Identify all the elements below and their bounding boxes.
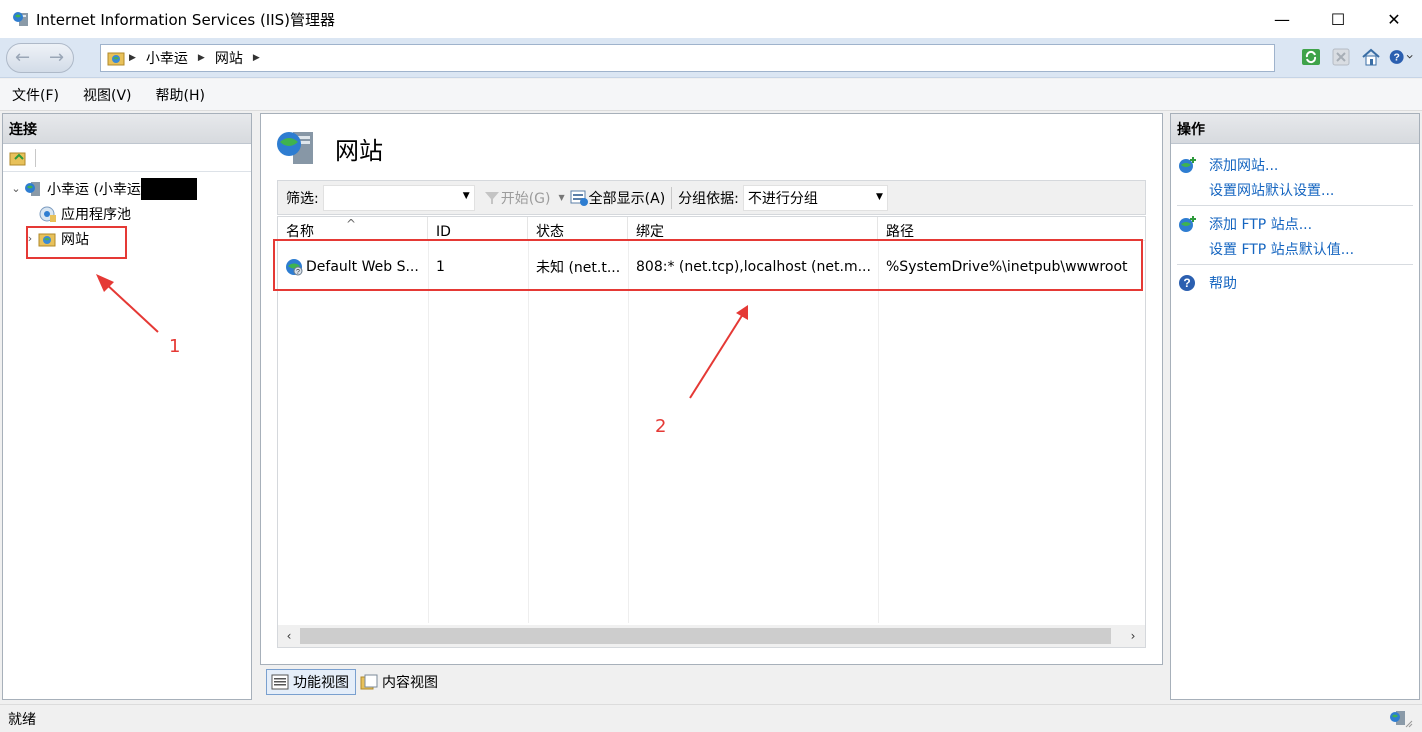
funnel-icon	[484, 191, 499, 204]
breadcrumb-separator-icon: ▶	[252, 53, 260, 63]
dropdown-arrow-icon: ▼	[558, 193, 565, 202]
actions-panel: 操作 添加网站... 设置网站默认设置... 添加 FTP 站点... 设置 F…	[1170, 113, 1420, 700]
group-by-label: 分组依据:	[678, 190, 739, 207]
column-header-path[interactable]: 路径	[878, 217, 1145, 241]
menu-file[interactable]: 文件(F)	[12, 85, 59, 105]
title-bar: Internet Information Services (IIS)管理器 —…	[0, 0, 1422, 38]
actions-header: 操作	[1171, 114, 1419, 144]
status-text: 就绪	[8, 711, 36, 728]
menu-view[interactable]: 视图(V)	[83, 85, 132, 105]
scroll-thumb[interactable]	[300, 628, 1111, 644]
tree-item-app-pools[interactable]: 应用程序池	[3, 201, 251, 226]
breadcrumb[interactable]: ▶ 小幸运 ▶ 网站 ▶	[100, 44, 1275, 72]
column-header-binding[interactable]: 绑定	[628, 217, 878, 241]
list-header: ^ 名称 ID 状态 绑定 路径	[278, 217, 1145, 241]
dropdown-arrow-icon[interactable]: ▼	[463, 191, 470, 201]
sites-page-icon	[277, 132, 313, 164]
filter-label: 筛选:	[286, 190, 319, 207]
refresh-icon[interactable]	[1298, 44, 1324, 70]
stop-icon[interactable]	[1328, 44, 1354, 70]
actions-list: 添加网站... 设置网站默认设置... 添加 FTP 站点... 设置 FTP …	[1171, 144, 1419, 295]
annotation-box-2	[273, 239, 1143, 291]
app-pools-label: 应用程序池	[61, 206, 131, 223]
server-label: 小幸运 (小幸运	[47, 181, 141, 198]
column-header-name[interactable]: ^ 名称	[278, 217, 428, 241]
app-pool-icon	[39, 206, 56, 222]
show-all-button[interactable]: ▼ 全部显示(A)	[558, 188, 666, 208]
view-tabs: 功能视图 内容视图	[266, 669, 444, 695]
scroll-left-icon[interactable]: ‹	[278, 629, 300, 643]
sort-ascending-icon: ^	[346, 217, 357, 231]
breadcrumb-separator-icon: ▶	[129, 53, 136, 63]
add-ftp-action[interactable]: 添加 FTP 站点...	[1171, 211, 1419, 236]
server-status-icon	[1390, 711, 1413, 728]
site-defaults-action[interactable]: 设置网站默认设置...	[1171, 177, 1419, 202]
nav-buttons: ← →	[6, 43, 74, 73]
forward-arrow-icon[interactable]: →	[49, 47, 64, 68]
add-ftp-icon	[1179, 215, 1196, 232]
breadcrumb-sites[interactable]: 网站	[215, 48, 243, 68]
maximize-button[interactable]: ☐	[1310, 0, 1366, 38]
group-by-value: 不进行分组	[747, 190, 818, 207]
svg-text:?: ?	[1183, 276, 1190, 290]
toolbar-divider	[35, 148, 36, 167]
add-site-action[interactable]: 添加网站...	[1171, 152, 1419, 177]
page-title: 网站	[335, 136, 383, 165]
close-button[interactable]: ✕	[1366, 0, 1422, 38]
sites-page: 网站 筛选: ▼ 开始(G) ▼ 全部显示(A) 分组依据: 不进行分组 ▼ ^…	[260, 113, 1163, 665]
content-view-icon	[360, 674, 378, 690]
show-all-icon	[570, 190, 588, 206]
add-site-icon	[1179, 156, 1196, 173]
start-filter-label: 开始(G)	[500, 190, 551, 207]
tab-features-view[interactable]: 功能视图	[266, 669, 356, 695]
redacted-block	[140, 177, 197, 200]
address-tools: ?	[1298, 44, 1414, 70]
back-arrow-icon[interactable]: ←	[15, 47, 30, 68]
status-bar: 就绪	[0, 704, 1422, 732]
window-title: Internet Information Services (IIS)管理器	[36, 10, 336, 29]
home-icon[interactable]	[1358, 44, 1384, 70]
toolbar-divider	[671, 186, 673, 209]
folder-globe-icon	[107, 52, 125, 66]
iis-app-icon	[13, 12, 28, 26]
address-bar: ← → ▶ 小幸运 ▶ 网站 ▶ ?	[0, 38, 1422, 78]
breadcrumb-separator-icon: ▶	[197, 53, 205, 63]
start-filter-button[interactable]: 开始(G)	[483, 188, 551, 208]
help-icon[interactable]: ?	[1388, 44, 1414, 70]
annotation-label-1: 1	[169, 336, 181, 357]
help-action[interactable]: ? 帮助	[1171, 270, 1419, 295]
annotation-label-2: 2	[655, 416, 667, 437]
tree-item-server[interactable]: ⌄ 小幸运 (小幸运	[3, 176, 251, 201]
horizontal-scrollbar[interactable]: ‹ ›	[278, 625, 1145, 647]
menu-help[interactable]: 帮助(H)	[156, 85, 205, 105]
column-header-id[interactable]: ID	[428, 217, 528, 241]
group-by-select[interactable]: 不进行分组 ▼	[742, 184, 888, 211]
page-header: 网站	[275, 128, 383, 168]
connections-header: 连接	[3, 114, 251, 144]
annotation-box-1	[26, 226, 127, 259]
svg-text:?: ?	[1393, 52, 1399, 63]
scroll-right-icon[interactable]: ›	[1122, 629, 1144, 643]
filter-toolbar: 筛选: ▼ 开始(G) ▼ 全部显示(A) 分组依据: 不进行分组 ▼	[277, 180, 1146, 215]
actions-divider	[1177, 205, 1413, 206]
help-icon: ?	[1179, 274, 1195, 291]
column-gridlines	[278, 241, 1145, 645]
connections-panel: 连接 ⌄ 小幸运 (小幸运 应用程序池 › 网站	[2, 113, 252, 700]
menu-bar: 文件(F) 视图(V) 帮助(H)	[0, 79, 1422, 111]
iis-manager-window: Internet Information Services (IIS)管理器 —…	[0, 0, 1422, 732]
features-view-icon	[271, 674, 289, 690]
dropdown-arrow-icon[interactable]: ▼	[876, 192, 883, 202]
connect-icon[interactable]	[9, 149, 27, 167]
connections-toolbar	[3, 144, 251, 172]
breadcrumb-server[interactable]: 小幸运	[146, 48, 188, 68]
filter-input[interactable]: ▼	[322, 184, 475, 211]
minimize-button[interactable]: —	[1254, 0, 1310, 38]
ftp-defaults-action[interactable]: 设置 FTP 站点默认值...	[1171, 236, 1419, 261]
server-icon	[25, 181, 40, 196]
column-header-status[interactable]: 状态	[528, 217, 628, 241]
actions-divider	[1177, 264, 1413, 265]
expanded-chevron-icon[interactable]: ⌄	[9, 182, 23, 195]
show-all-label: 全部显示(A)	[588, 190, 666, 207]
tab-content-view[interactable]: 内容视图	[356, 669, 444, 695]
